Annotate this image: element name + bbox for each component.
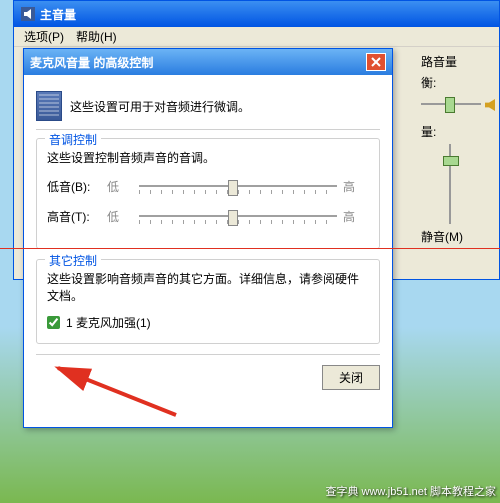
advanced-controls-dialog: 麦克风音量 的高级控制 这些设置可用于对音频进行微调。 音调控制 这些设置控制音… <box>23 48 393 428</box>
treble-low-text: 低 <box>107 208 133 225</box>
treble-row: 高音(T): 低 高 <box>47 206 369 226</box>
tone-desc: 这些设置控制音频声音的音调。 <box>47 149 369 166</box>
dialog-button-row: 关闭 <box>36 354 380 390</box>
close-icon[interactable] <box>366 53 386 71</box>
dialog-titlebar: 麦克风音量 的高级控制 <box>24 49 392 75</box>
treble-high-text: 高 <box>343 208 369 225</box>
mute-label: 静音(M) <box>421 228 493 245</box>
mic-boost-row: 1 麦克风加强(1) <box>47 314 369 331</box>
app-icon <box>20 6 36 22</box>
watermark: 查字典 www.jb51.net 脚本教程之家 <box>325 483 496 499</box>
balance-slider[interactable] <box>421 95 481 115</box>
main-titlebar: 主音量 <box>14 1 499 27</box>
bass-slider[interactable] <box>139 176 337 196</box>
bass-row: 低音(B): 低 高 <box>47 176 369 196</box>
other-control-group: 其它控制 这些设置影响音频声音的其它方面。详细信息，请参阅硬件文档。 1 麦克风… <box>36 259 380 344</box>
dialog-title: 麦克风音量 的高级控制 <box>30 54 366 71</box>
speaker-icon <box>485 99 495 111</box>
tone-control-group: 音调控制 这些设置控制音频声音的音调。 低音(B): 低 高 高音(T): 低 … <box>36 138 380 249</box>
mic-boost-label: 1 麦克风加强(1) <box>66 314 151 331</box>
right-panel: 路音量 衡: 量: 静音(M) <box>421 53 493 253</box>
close-button[interactable]: 关闭 <box>322 365 380 390</box>
tone-legend: 音调控制 <box>45 131 101 148</box>
bass-label: 低音(B): <box>47 178 107 195</box>
main-window-title: 主音量 <box>40 6 76 23</box>
book-icon <box>36 91 62 121</box>
intro-text: 这些设置可用于对音频进行微调。 <box>70 98 250 115</box>
treble-slider[interactable] <box>139 206 337 226</box>
volume-label: 量: <box>421 123 493 140</box>
section-label: 路音量 <box>421 53 493 70</box>
volume-slider[interactable] <box>441 144 461 224</box>
menu-options[interactable]: 选项(P) <box>18 26 70 47</box>
menu-help[interactable]: 帮助(H) <box>70 26 123 47</box>
treble-label: 高音(T): <box>47 208 107 225</box>
bass-low-text: 低 <box>107 178 133 195</box>
intro-row: 这些设置可用于对音频进行微调。 <box>36 83 380 130</box>
bass-high-text: 高 <box>343 178 369 195</box>
balance-label: 衡: <box>421 74 493 91</box>
menubar: 选项(P) 帮助(H) <box>14 27 499 47</box>
other-desc: 这些设置影响音频声音的其它方面。详细信息，请参阅硬件文档。 <box>47 270 369 304</box>
other-legend: 其它控制 <box>45 252 101 269</box>
mic-boost-checkbox[interactable] <box>47 316 60 329</box>
